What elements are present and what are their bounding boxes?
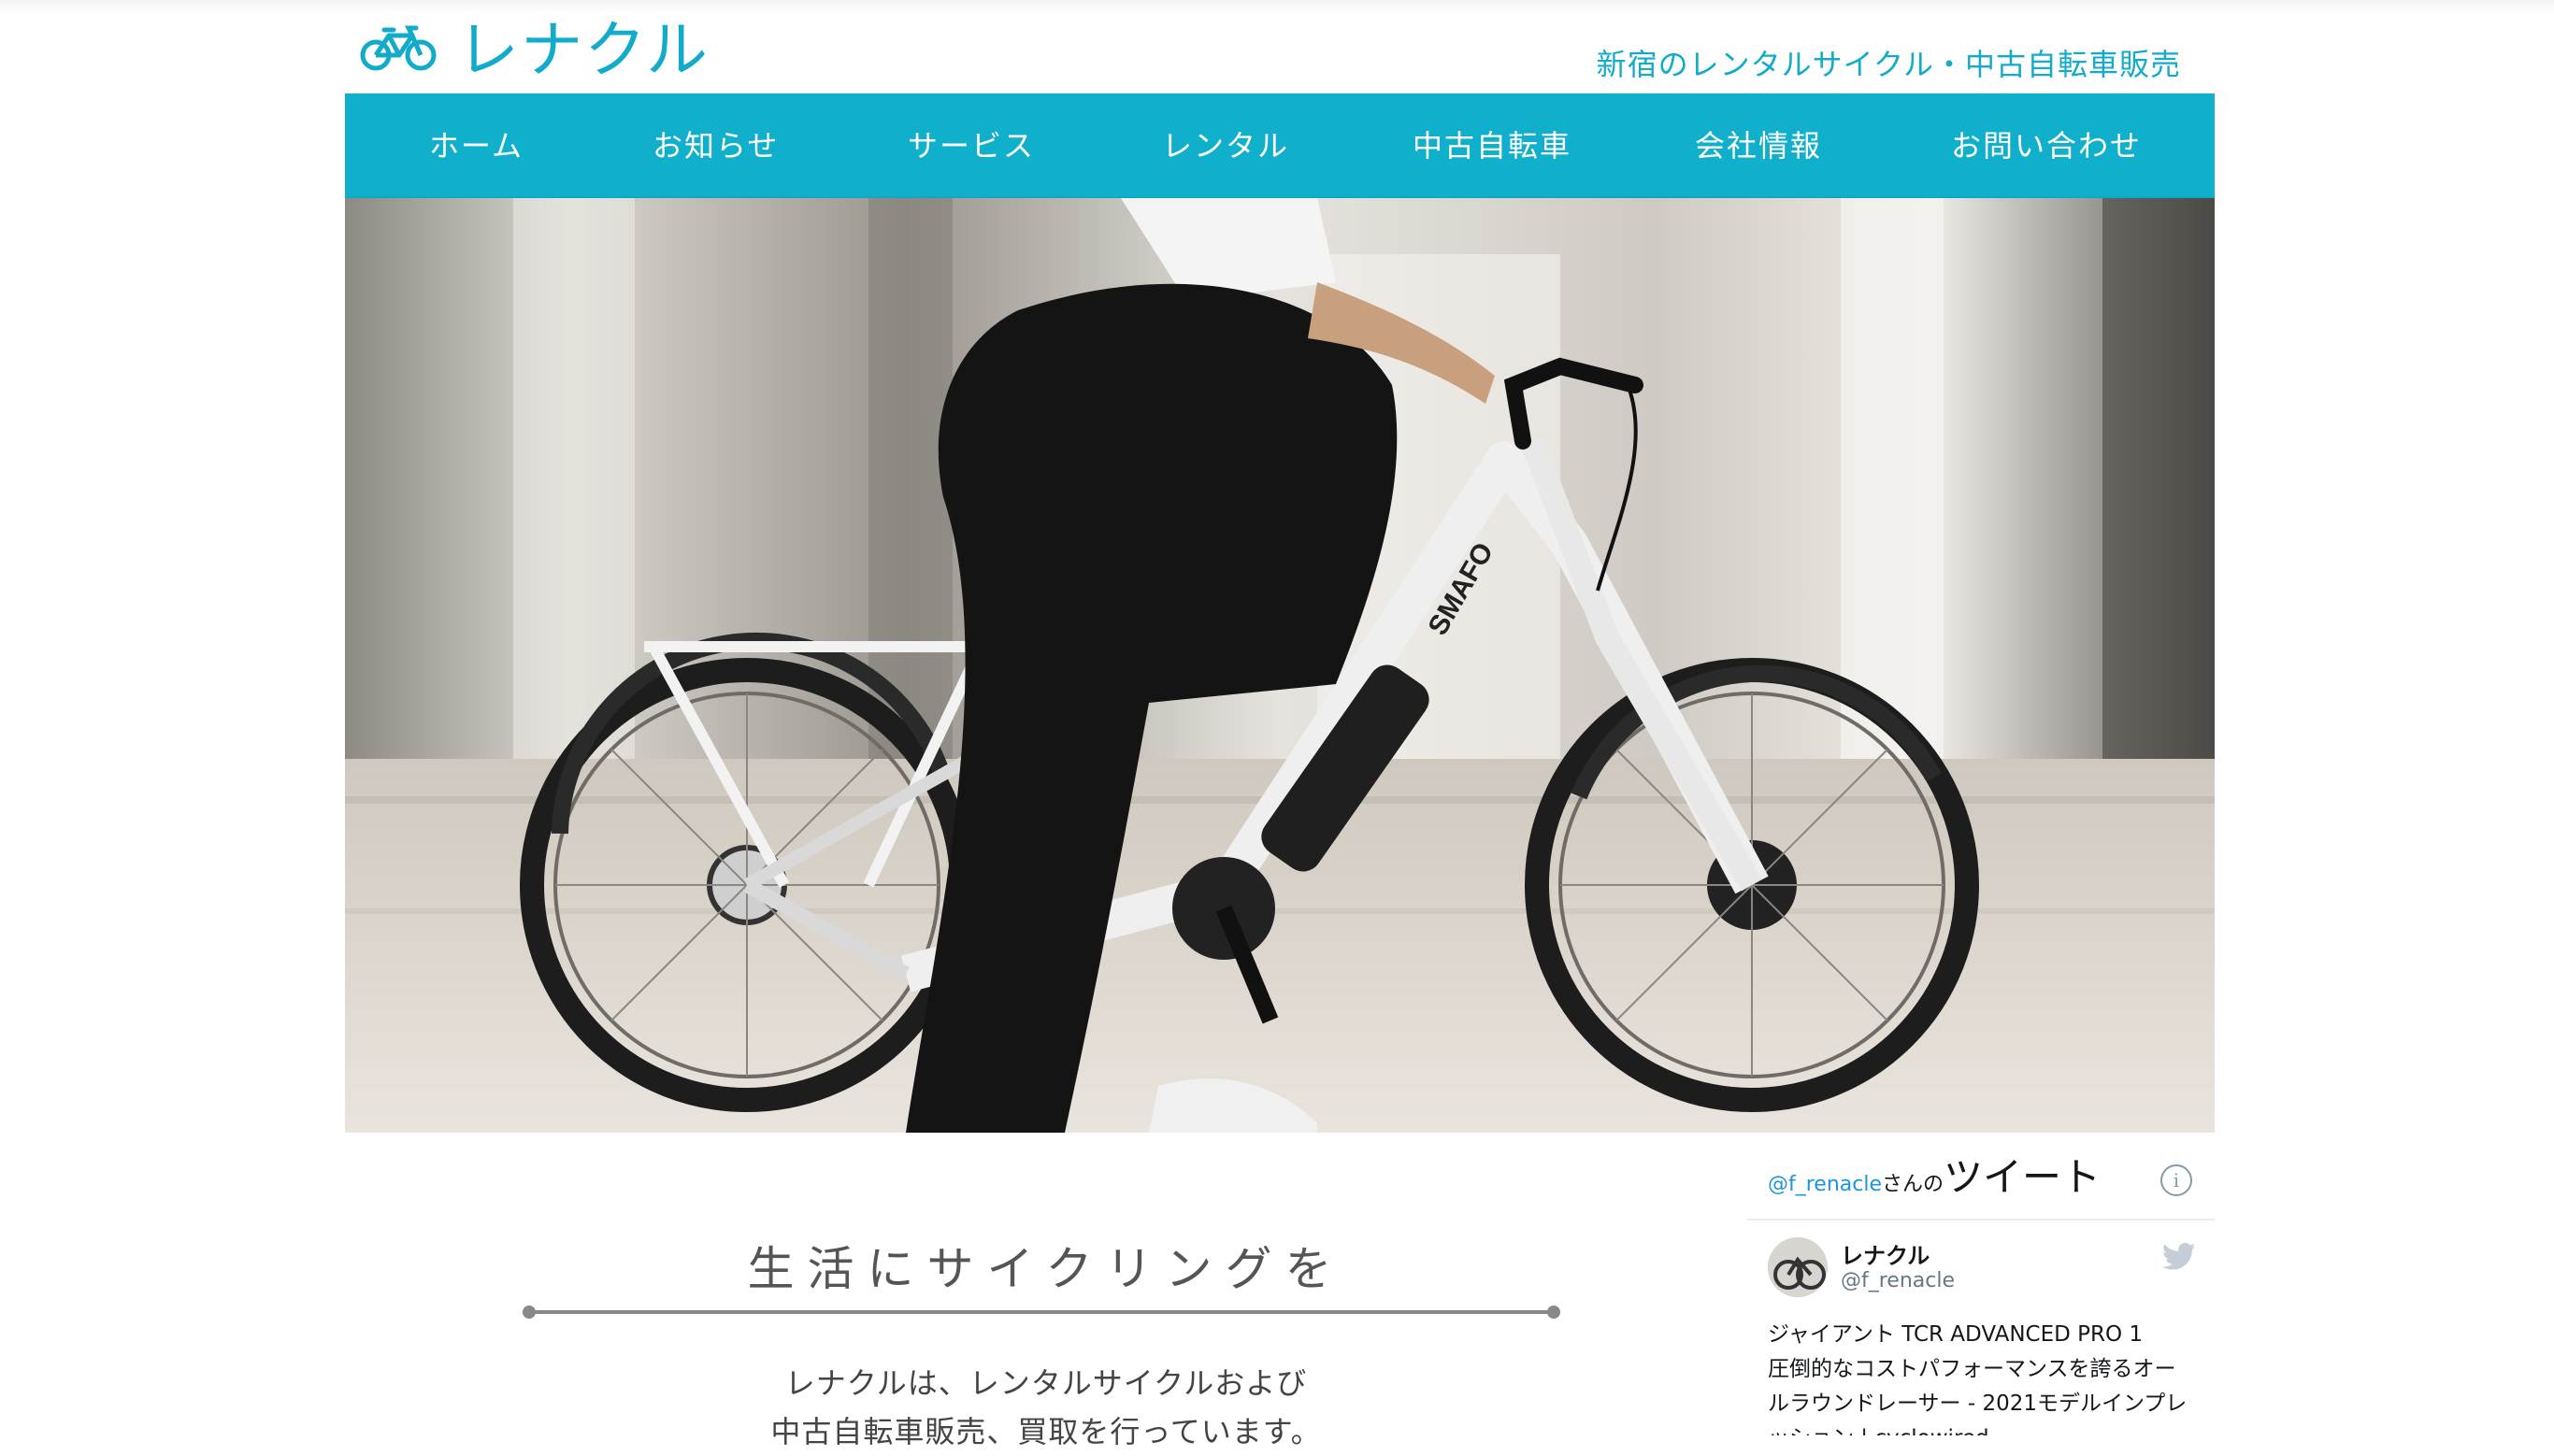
section-headline: 生活にサイクリングを <box>747 1242 1345 1296</box>
tweet-line: 圧倒的なコストパフォーマンスを誇るオー <box>1768 1357 2176 1381</box>
tweet-text: ジャイアント TCR ADVANCED PRO 1 圧倒的なコストパフォーマンス… <box>1768 1318 2198 1435</box>
nav-item-services[interactable]: サービス <box>908 93 1035 198</box>
intro-text: レナクルは、レンタルサイクルおよび 中古自転車販売、買取を行っています。 <box>345 1359 1747 1456</box>
twitter-title-san: さんの <box>1882 1173 1944 1196</box>
site-tagline: 新宿のレンタルサイクル・中古自転車販売 <box>1596 47 2181 82</box>
nav-item-company[interactable]: 会社情報 <box>1695 93 1822 198</box>
tweet-line: ジャイアント TCR ADVANCED PRO 1 <box>1768 1322 2144 1347</box>
twitter-timeline-widget: @f_renacleさんのツイート i レナクル @f_renacle ジャイア… <box>1747 1133 2215 1435</box>
site-wrapper: レナクル 新宿のレンタルサイクル・中古自転車販売 ホーム お知らせ サービス レ… <box>345 0 2215 1449</box>
nav-item-rental[interactable]: レンタル <box>1162 93 1289 198</box>
tweet-author-name[interactable]: レナクル <box>1841 1237 1930 1270</box>
nav-item-contact[interactable]: お問い合わせ <box>1951 93 2142 198</box>
divider-line <box>528 1310 1555 1314</box>
intro-line-1: レナクルは、レンタルサイクルおよび <box>784 1365 1308 1401</box>
headline-divider <box>523 1303 1560 1321</box>
twitter-title-user-link[interactable]: @f_renacle <box>1768 1173 1882 1196</box>
twitter-widget-title: @f_renacleさんのツイート <box>1768 1146 2101 1203</box>
divider-dot-left <box>523 1306 536 1319</box>
tweet-line: ルラウンドレーサー - 2021モデルインプレ <box>1768 1392 2188 1416</box>
tweet-line: ッション | cyclowired <box>1768 1421 2198 1435</box>
tweet-author-handle[interactable]: @f_renacle <box>1841 1269 1955 1292</box>
site-logo[interactable]: レナクル <box>360 13 710 88</box>
twitter-avatar[interactable] <box>1768 1237 1828 1297</box>
main-nav: ホーム お知らせ サービス レンタル 中古自転車 会社情報 お問い合わせ <box>345 93 2215 198</box>
intro-line-2: 中古自転車販売、買取を行っています。 <box>770 1414 1322 1449</box>
nav-item-used-bikes[interactable]: 中古自転車 <box>1413 93 1571 198</box>
nav-item-news[interactable]: お知らせ <box>653 93 779 198</box>
hero-image: SMAFO <box>345 198 2215 1133</box>
nav-item-home[interactable]: ホーム <box>429 93 524 198</box>
twitter-widget-header: @f_renacleさんのツイート i <box>1747 1133 2215 1220</box>
info-icon[interactable]: i <box>2160 1164 2192 1196</box>
twitter-title-label: ツイート <box>1944 1154 2102 1200</box>
bicycle-icon <box>360 24 437 77</box>
twitter-bird-icon[interactable] <box>2161 1243 2196 1271</box>
divider-dot-right <box>1547 1306 1560 1319</box>
logo-text: レナクル <box>457 14 710 86</box>
